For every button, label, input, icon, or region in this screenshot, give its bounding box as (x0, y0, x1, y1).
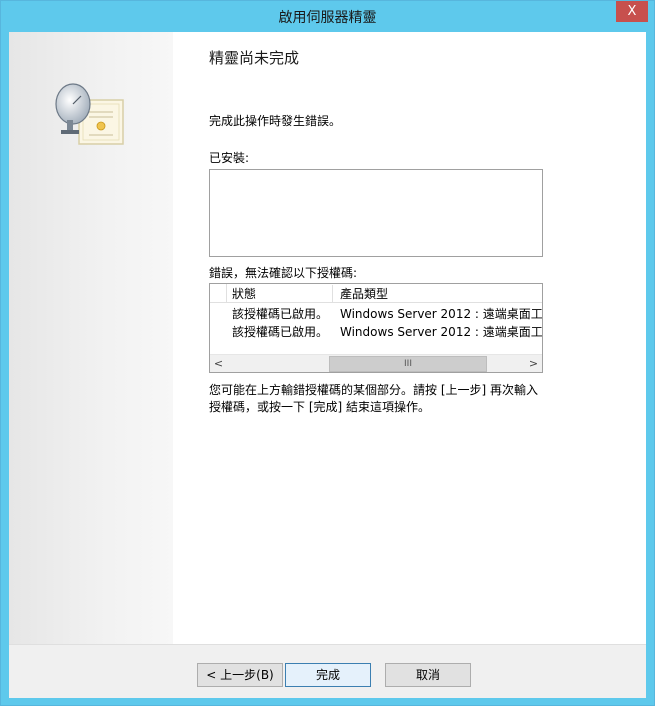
list-item[interactable]: 該授權碼已啟用。 Windows Server 2012 : 遠端桌面工作 (210, 321, 542, 339)
back-button[interactable]: < 上一步(B) (197, 663, 283, 687)
list-item[interactable]: 該授權碼已啟用。 Windows Server 2012 : 遠端桌面工作 (210, 303, 542, 321)
error-message: 完成此操作時發生錯誤。 (209, 114, 342, 128)
list-item-status: 該授權碼已啟用。 (232, 307, 329, 321)
title-bar[interactable]: 啟用伺服器精靈 X (1, 1, 654, 32)
finish-button[interactable]: 完成 (285, 663, 371, 687)
list-header: 狀態 產品類型 (210, 284, 542, 303)
wizard-certificate-icon (55, 83, 124, 145)
list-item-product: Windows Server 2012 : 遠端桌面工作 (340, 325, 543, 339)
cancel-button[interactable]: 取消 (385, 663, 471, 687)
wizard-window: 啟用伺服器精靈 X 精靈尚未完成 完成此操作時發生錯誤。 已安裝: 錯誤，無法確… (0, 0, 655, 706)
instruction-text: 您可能在上方輸錯授權碼的某個部分。請按 [上一步] 再次輸入授權碼，或按一下 [… (209, 383, 538, 414)
installed-list[interactable] (209, 169, 543, 257)
wizard-client-area: 精靈尚未完成 完成此操作時發生錯誤。 已安裝: 錯誤，無法確認以下授權碼: 狀態… (9, 32, 646, 698)
window-title: 啟用伺服器精靈 (278, 10, 377, 26)
license-list[interactable]: 狀態 產品類型 該授權碼已啟用。 Windows Server 2012 : 遠… (209, 283, 543, 373)
scrollbar-thumb[interactable]: III (329, 356, 487, 372)
horizontal-scrollbar[interactable]: < III > (210, 354, 542, 372)
error-label: 錯誤，無法確認以下授權碼: (209, 266, 358, 280)
close-button[interactable]: X (616, 1, 648, 22)
list-item-status: 該授權碼已啟用。 (232, 325, 329, 339)
column-header-status[interactable]: 狀態 (227, 285, 333, 302)
scroll-right-button[interactable]: > (525, 355, 542, 372)
list-header-select-column[interactable] (210, 284, 227, 302)
column-header-product-type[interactable]: 產品類型 (334, 285, 540, 302)
wizard-content: 精靈尚未完成 完成此操作時發生錯誤。 已安裝: 錯誤，無法確認以下授權碼: 狀態… (173, 32, 646, 644)
button-bar: < 上一步(B) 完成 取消 (9, 644, 646, 698)
wizard-side-panel (9, 32, 173, 644)
scroll-left-button[interactable]: < (210, 355, 227, 372)
installed-label: 已安裝: (209, 151, 250, 165)
page-title: 精靈尚未完成 (209, 49, 300, 67)
list-item-product: Windows Server 2012 : 遠端桌面工作 (340, 307, 543, 321)
